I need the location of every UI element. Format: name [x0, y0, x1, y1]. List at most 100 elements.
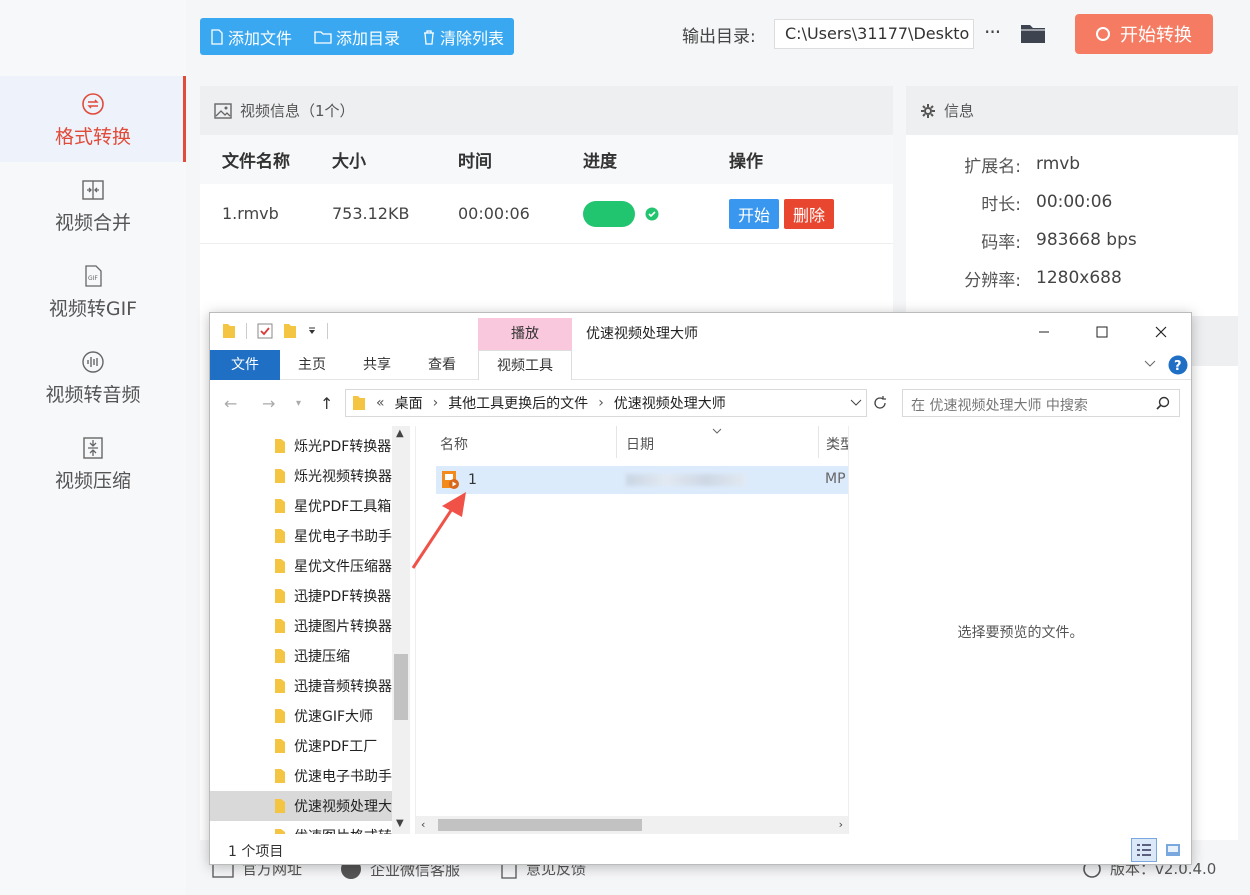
dropdown-arrow-icon[interactable] — [307, 326, 317, 336]
add-file-label: 添加文件 — [228, 28, 293, 48]
open-folder-icon[interactable] — [1020, 22, 1046, 44]
folder-icon — [275, 469, 285, 483]
nav-item[interactable]: 优速PDF工厂 — [210, 731, 392, 761]
navigation-pane: 优速图片格式转换器 优速视频处理大师优速电子书助手 优速PDF工厂优速GIF大师 迅捷… — [210, 426, 410, 834]
nav-item[interactable]: 迅捷图片转换器 — [210, 611, 392, 641]
help-icon[interactable]: ? — [1168, 355, 1188, 375]
new-folder-icon[interactable] — [283, 323, 297, 339]
search-icon — [1156, 396, 1170, 410]
breadcrumb-current[interactable]: 优速视频处理大师 — [614, 393, 726, 413]
nav-item[interactable]: 星优PDF工具箱 — [210, 491, 392, 521]
col-header-name: 文件名称 — [222, 152, 290, 172]
nav-item[interactable]: 星优文件压缩器 — [210, 551, 392, 581]
video-info-header: 视频信息（1个） — [200, 86, 893, 135]
table-row[interactable]: 1.rmvb 753.12KB 00:00:06 开始 删除 — [200, 184, 893, 244]
tab-video-tools[interactable]: 视频工具 — [478, 350, 572, 380]
large-icons-view-button[interactable] — [1160, 838, 1186, 862]
details-view-button[interactable] — [1131, 838, 1157, 862]
nav-item-label: 优速图片格式转换器 — [294, 826, 392, 834]
item-count: 1 个项目 — [228, 844, 284, 860]
output-directory-field[interactable]: C:\Users\31177\Deskto — [774, 19, 974, 49]
clear-list-button[interactable]: 清除列表 — [422, 25, 504, 49]
file-row[interactable]: 1 MP — [436, 466, 849, 494]
nav-scroll-thumb[interactable] — [394, 654, 408, 720]
nav-item[interactable]: 优速视频处理大师 — [210, 791, 392, 821]
col-header-type[interactable]: 类型 — [826, 434, 849, 454]
minimize-button[interactable] — [1015, 313, 1073, 350]
nav-item[interactable]: 迅捷音频转换器 — [210, 671, 392, 701]
back-button[interactable]: ← — [224, 394, 237, 413]
col-header-name[interactable]: 名称 — [440, 434, 468, 454]
horizontal-scroll-thumb[interactable] — [438, 819, 642, 831]
info-key: 时长: — [981, 194, 1021, 215]
overflow-chevron[interactable]: « — [376, 395, 385, 411]
nav-item[interactable]: 优速图片格式转换器 — [210, 821, 392, 834]
scroll-up-icon[interactable]: ▲ — [396, 428, 404, 439]
col-header-progress: 进度 — [583, 152, 617, 172]
nav-item[interactable]: 优速电子书助手 — [210, 761, 392, 791]
start-convert-button[interactable]: 开始转换 — [1075, 14, 1213, 54]
column-separator[interactable] — [818, 426, 819, 458]
folder-icon — [275, 619, 285, 633]
separator — [327, 323, 328, 339]
recent-locations-button[interactable]: ▾ — [296, 398, 301, 409]
scroll-down-icon[interactable]: ▼ — [396, 818, 404, 829]
folder-outline-icon — [314, 30, 332, 44]
nav-item-label: 优速GIF大师 — [294, 709, 374, 725]
start-button[interactable]: 开始 — [729, 198, 780, 229]
progress-cell — [583, 200, 729, 227]
sidebar-item-video-audio[interactable]: 视频转音频 — [0, 334, 186, 420]
properties-icon[interactable] — [257, 323, 273, 339]
horizontal-scrollbar[interactable]: ‹ › — [416, 816, 849, 834]
search-input[interactable]: 在 优速视频处理大师 中搜索 — [902, 389, 1180, 417]
refresh-icon[interactable] — [872, 395, 888, 411]
nav-item[interactable]: 优速GIF大师 — [210, 701, 392, 731]
scroll-right-icon[interactable]: › — [839, 818, 843, 831]
maximize-button[interactable] — [1073, 313, 1131, 350]
nav-item[interactable]: 烁光PDF转换器 — [210, 431, 392, 461]
more-options-button[interactable]: ··· — [984, 20, 1001, 44]
folder-icon — [275, 529, 285, 543]
context-tab-play[interactable]: 播放 — [478, 318, 572, 350]
add-file-button[interactable]: 添加文件 — [210, 25, 292, 49]
annotation-arrow-icon — [411, 492, 466, 569]
up-button[interactable]: ↑ — [320, 394, 333, 413]
breadcrumb-separator: › — [432, 395, 439, 411]
chevron-down-icon[interactable] — [1144, 360, 1156, 368]
tab-home[interactable]: 主页 — [288, 350, 336, 380]
nav-item[interactable]: 烁光视频转换器 — [210, 461, 392, 491]
sidebar-item-video-gif[interactable]: GIF 视频转GIF — [0, 248, 186, 334]
nav-item-label: 烁光视频转换器 — [294, 469, 392, 485]
tab-file[interactable]: 文件 — [210, 350, 280, 380]
nav-scrollbar[interactable]: ▲ ▼ — [392, 426, 410, 834]
delete-button[interactable]: 删除 — [784, 198, 835, 229]
toolbar: 添加文件 添加目录 清除列表 输出目录: C:\Users\31177\Desk… — [186, 0, 1250, 72]
nav-item[interactable]: 星优电子书助手 — [210, 521, 392, 551]
col-header-date[interactable]: 日期 — [626, 434, 654, 454]
file-time-cell: 00:00:06 — [458, 204, 530, 223]
address-bar[interactable]: « 桌面 › 其他工具更换后的文件 › 优速视频处理大师 — [345, 389, 867, 417]
sidebar-item-video-merge[interactable]: 视频合并 — [0, 162, 186, 248]
forward-button[interactable]: → — [262, 394, 275, 413]
close-button[interactable] — [1132, 313, 1190, 350]
nav-item[interactable]: 迅捷PDF转换器 — [210, 581, 392, 611]
nav-item[interactable]: 迅捷压缩 — [210, 641, 392, 671]
add-directory-button[interactable]: 添加目录 — [314, 25, 400, 49]
sidebar-item-label: 视频压缩 — [54, 470, 131, 492]
trash-icon — [424, 29, 435, 45]
scroll-left-icon[interactable]: ‹ — [421, 818, 425, 831]
folder-icon — [275, 799, 285, 813]
sidebar-item-format-convert[interactable]: 格式转换 — [0, 76, 186, 162]
folder-icon[interactable] — [222, 323, 236, 339]
separator — [246, 323, 247, 339]
column-separator[interactable] — [616, 426, 617, 458]
chevron-down-icon[interactable] — [850, 399, 862, 407]
tab-share[interactable]: 共享 — [353, 350, 401, 380]
tab-view[interactable]: 查看 — [418, 350, 466, 380]
breadcrumb-desktop[interactable]: 桌面 — [395, 393, 423, 413]
breadcrumb-other-tools[interactable]: 其他工具更换后的文件 — [448, 393, 588, 413]
address-bar-area: ← → ▾ ↑ « 桌面 › 其他工具更换后的文件 › 优速视频处理大师 在 优… — [210, 380, 1191, 426]
nav-item-label: 优速PDF工厂 — [294, 739, 378, 755]
col-header-actions: 操作 — [729, 152, 763, 172]
sidebar-item-video-compress[interactable]: 视频压缩 — [0, 420, 186, 506]
